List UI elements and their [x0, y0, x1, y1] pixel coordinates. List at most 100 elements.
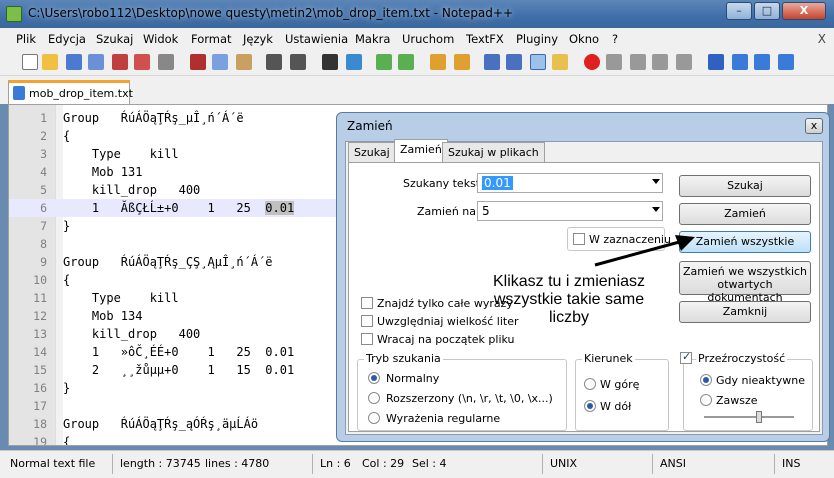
- search-mode-regex-label: Wyrażenia regularne: [386, 412, 501, 425]
- transparency-slider-thumb[interactable]: [756, 411, 762, 423]
- zoom-out-icon[interactable]: [398, 54, 414, 70]
- redo-icon[interactable]: [290, 54, 306, 70]
- transparency-title: Przeźroczystość: [696, 352, 788, 365]
- tab-mob-drop-item[interactable]: mob_drop_item.txt: [8, 80, 133, 104]
- bookmark-icon[interactable]: [708, 54, 724, 70]
- play-macro-icon[interactable]: [630, 54, 646, 70]
- wrap-around-checkbox[interactable]: [361, 333, 373, 345]
- sync-v-icon[interactable]: [430, 54, 446, 70]
- menu-edycja[interactable]: Edycja: [48, 32, 86, 46]
- dialog-title: Zamień: [347, 119, 393, 133]
- open-file-icon[interactable]: [42, 54, 58, 70]
- direction-down-label: W dół: [600, 400, 632, 413]
- replace-label: Zamień na :: [417, 205, 484, 218]
- save-icon[interactable]: [66, 54, 82, 70]
- direction-up-radio[interactable]: [584, 378, 596, 390]
- transparency-checkbox[interactable]: [680, 350, 692, 364]
- whole-word-checkbox[interactable]: [361, 297, 373, 309]
- word-wrap-icon[interactable]: [484, 54, 500, 70]
- whole-word-label: Znajdź tylko całe wyrazy: [377, 297, 513, 310]
- match-case-checkbox[interactable]: [361, 315, 373, 327]
- tab-zamien[interactable]: Zamień: [394, 139, 448, 162]
- replace-panel: Szukany tekst : 0.01 Zamień na : 5 W zaz…: [348, 162, 820, 432]
- dialog-body: Szukaj Zamień Szukaj w plikach Szukany t…: [345, 139, 823, 435]
- show-all-chars-icon[interactable]: [506, 54, 522, 70]
- chevron-down-icon[interactable]: [652, 207, 660, 212]
- status-insert-mode: INS: [782, 457, 801, 470]
- find-combo[interactable]: 0.01: [477, 173, 663, 193]
- save-macro-icon[interactable]: [676, 54, 692, 70]
- search-mode-normal-radio[interactable]: [368, 372, 380, 384]
- replace-icon[interactable]: [346, 54, 362, 70]
- search-mode-regex-radio[interactable]: [368, 412, 380, 424]
- notepadpp-icon: [6, 6, 22, 22]
- lang-icon[interactable]: [552, 54, 568, 70]
- menu-bar: Plik Edycja Szukaj Widok Format Język Us…: [0, 28, 834, 50]
- zoom-in-icon[interactable]: [376, 54, 392, 70]
- new-file-icon[interactable]: [22, 54, 38, 70]
- sync-h-icon[interactable]: [454, 54, 470, 70]
- menu-help[interactable]: ?: [612, 32, 618, 46]
- maximize-button[interactable]: □: [754, 2, 780, 20]
- menu-szukaj[interactable]: Szukaj: [96, 32, 133, 46]
- menu-uruchom[interactable]: Uruchom: [402, 32, 454, 46]
- direction-title: Kierunek: [582, 352, 635, 365]
- undo-icon[interactable]: [266, 54, 282, 70]
- stop-macro-icon[interactable]: [606, 54, 622, 70]
- menu-format[interactable]: Format: [191, 32, 232, 46]
- find-label: Szukany tekst :: [403, 177, 488, 190]
- save-all-icon[interactable]: [88, 54, 104, 70]
- close-all-icon[interactable]: [134, 54, 150, 70]
- minimize-button[interactable]: –: [726, 2, 752, 20]
- transparency-on-lose-focus-radio[interactable]: [700, 374, 712, 386]
- search-mode-extended-label: Rozszerzony (\n, \r, \t, \0, \x...): [386, 392, 553, 405]
- replace-button[interactable]: Zamień: [679, 203, 811, 225]
- status-sel: Sel : 4: [412, 457, 447, 470]
- replace-combo[interactable]: 5: [477, 201, 663, 221]
- status-bar: Normal text file length : 73745 lines : …: [0, 450, 834, 478]
- transparency-always-radio[interactable]: [700, 394, 712, 406]
- selected-text: 0.01: [265, 201, 295, 215]
- search-mode-normal-label: Normalny: [386, 372, 440, 385]
- in-selection-checkbox[interactable]: [573, 233, 585, 245]
- menu-jezyk[interactable]: Język: [243, 32, 273, 46]
- arrow-up-icon[interactable]: [732, 54, 748, 70]
- tab-label: mob_drop_item.txt: [29, 87, 133, 100]
- close-window-button[interactable]: X: [782, 2, 826, 20]
- toolbar: [0, 50, 834, 76]
- cut-icon[interactable]: [190, 54, 206, 70]
- find-icon[interactable]: [322, 54, 338, 70]
- menu-widok[interactable]: Widok: [143, 32, 178, 46]
- menu-ustawienia[interactable]: Ustawienia: [285, 32, 348, 46]
- tab-szukaj-w-plikach[interactable]: Szukaj w plikach: [442, 142, 545, 162]
- record-macro-icon[interactable]: [584, 54, 600, 70]
- search-mode-extended-radio[interactable]: [368, 392, 380, 404]
- find-button[interactable]: Szukaj: [679, 175, 811, 197]
- direction-down-radio[interactable]: [584, 400, 596, 412]
- transparency-slider-track: [704, 416, 794, 418]
- dialog-close-button[interactable]: x: [805, 118, 823, 134]
- direction-group: Kierunek W górę W dół: [575, 352, 669, 431]
- close-file-icon[interactable]: [112, 54, 128, 70]
- title-bar: C:\Users\robo112\Desktop\nowe questy\met…: [0, 0, 834, 28]
- transparency-always-label: Zawsze: [716, 394, 758, 407]
- copy-icon[interactable]: [212, 54, 228, 70]
- chevron-down-icon[interactable]: [652, 179, 660, 184]
- replace-input-value: 5: [482, 204, 490, 218]
- play-macro-multi-icon[interactable]: [652, 54, 668, 70]
- menu-pluginy[interactable]: Pluginy: [516, 32, 558, 46]
- tab-szukaj[interactable]: Szukaj: [348, 142, 396, 162]
- arrow-down-icon[interactable]: [754, 54, 770, 70]
- indent-guide-icon[interactable]: [530, 54, 546, 70]
- paste-icon[interactable]: [236, 54, 252, 70]
- close-dialog-button[interactable]: Zamknij: [679, 301, 811, 323]
- arrow-right-icon[interactable]: [778, 54, 794, 70]
- status-ln: Ln : 6: [320, 457, 351, 470]
- menu-makra[interactable]: Makra: [355, 32, 390, 46]
- close-document-icon[interactable]: X: [818, 32, 826, 46]
- print-icon[interactable]: [158, 54, 174, 70]
- find-input-value: 0.01: [482, 176, 513, 190]
- menu-textfx[interactable]: TextFX: [466, 32, 504, 46]
- menu-plik[interactable]: Plik: [16, 32, 36, 46]
- menu-okno[interactable]: Okno: [569, 32, 599, 46]
